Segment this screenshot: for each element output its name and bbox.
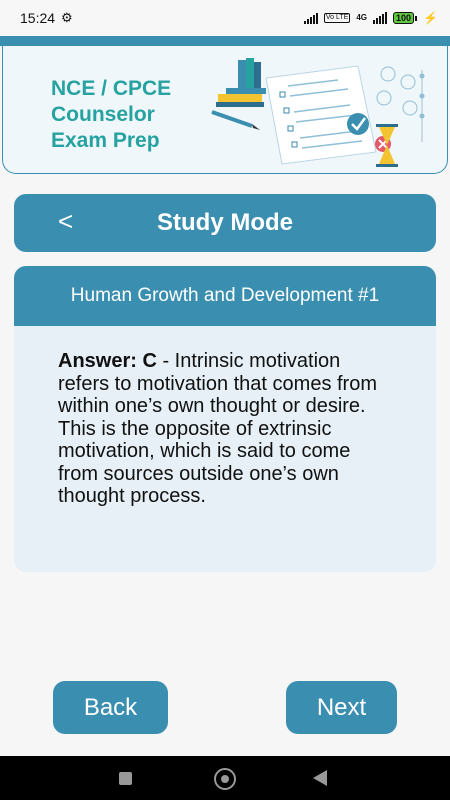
banner-title: NCE / CPCE Counselor Exam Prep: [51, 76, 171, 154]
back-button[interactable]: Back: [53, 681, 168, 734]
page-title: Study Mode: [157, 209, 293, 236]
banner-title-line-2: Counselor: [51, 103, 155, 126]
status-bar: 15:24 ⚙ Vo LTE 4G 100 ⚡: [0, 0, 450, 36]
next-button[interactable]: Next: [286, 681, 397, 734]
question-card: Human Growth and Development #1 Answer: …: [14, 266, 436, 572]
top-accent-bar: [0, 36, 450, 46]
system-back-icon[interactable]: [313, 770, 327, 786]
status-icons: Vo LTE 4G 100 ⚡: [303, 11, 438, 25]
card-title: Human Growth and Development #1: [14, 266, 436, 326]
charging-icon: ⚡: [423, 11, 438, 25]
answer-label: Answer: C: [58, 350, 157, 372]
status-time: 15:24: [20, 10, 56, 26]
recent-apps-icon[interactable]: [119, 772, 132, 785]
battery-icon: 100: [393, 12, 418, 24]
home-icon[interactable]: [214, 768, 236, 790]
banner-title-line-1: NCE / CPCE: [51, 77, 172, 100]
volte-icon: Vo LTE: [323, 13, 351, 23]
battery-level: 100: [393, 12, 415, 24]
app-banner: NCE / CPCE Counselor Exam Prep: [2, 46, 448, 174]
cell-signal-icon: [373, 12, 388, 24]
back-chevron-icon[interactable]: <: [58, 206, 73, 236]
exam-illustration-icon: [211, 58, 425, 167]
network-type-icon: 4G: [356, 13, 368, 22]
settings-gear-icon: ⚙: [61, 10, 73, 25]
banner-title-line-3: Exam Prep: [51, 129, 160, 152]
answer-explanation: Answer: C - Intrinsic motivation refers …: [14, 326, 436, 508]
answer-text: - Intrinsic motivation refers to motivat…: [58, 350, 378, 507]
system-navigation-bar: [0, 756, 450, 800]
signal-strength-icon: [303, 12, 318, 24]
study-mode-header: < Study Mode: [14, 194, 436, 252]
